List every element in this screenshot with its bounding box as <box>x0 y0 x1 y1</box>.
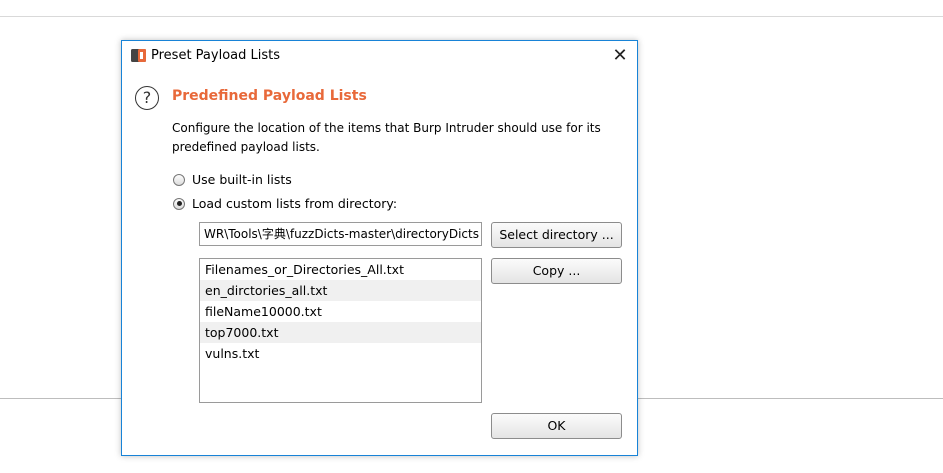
copy-button[interactable]: Copy ... <box>491 258 622 284</box>
dialog-title: Preset Payload Lists <box>151 48 280 63</box>
radio-label-custom: Load custom lists from directory: <box>192 196 398 211</box>
list-item[interactable]: fileName10000.txt <box>200 301 481 322</box>
radio-button-builtin[interactable] <box>173 173 185 186</box>
ok-button[interactable]: OK <box>491 413 622 439</box>
close-button[interactable]: ✕ <box>603 41 637 71</box>
select-directory-button[interactable]: Select directory ... <box>491 222 622 248</box>
list-item[interactable]: top7000.txt <box>200 322 481 343</box>
dialog-titlebar[interactable]: Preset Payload Lists ✕ <box>122 41 637 71</box>
radio-label-builtin: Use built-in lists <box>192 172 292 187</box>
background-divider-top <box>0 16 943 17</box>
radio-load-custom[interactable]: Load custom lists from directory: <box>173 195 397 213</box>
radio-button-custom[interactable] <box>173 197 185 210</box>
payload-file-list[interactable]: Filenames_or_Directories_All.txt en_dirc… <box>199 258 482 403</box>
list-item[interactable]: vulns.txt <box>200 343 481 364</box>
section-heading: Predefined Payload Lists <box>172 88 367 104</box>
burp-app-icon <box>131 49 146 62</box>
list-item[interactable]: Filenames_or_Directories_All.txt <box>200 259 481 280</box>
preset-payload-lists-dialog: Preset Payload Lists ✕ ? Predefined Payl… <box>121 40 638 456</box>
help-icon[interactable]: ? <box>135 86 159 110</box>
close-icon: ✕ <box>612 45 628 66</box>
directory-path-field[interactable]: WR\Tools\字典\fuzzDicts-master\directoryDi… <box>199 222 482 246</box>
section-description: Configure the location of the items that… <box>172 121 601 154</box>
radio-use-builtin[interactable]: Use built-in lists <box>173 171 292 189</box>
list-item[interactable]: en_dirctories_all.txt <box>200 280 481 301</box>
